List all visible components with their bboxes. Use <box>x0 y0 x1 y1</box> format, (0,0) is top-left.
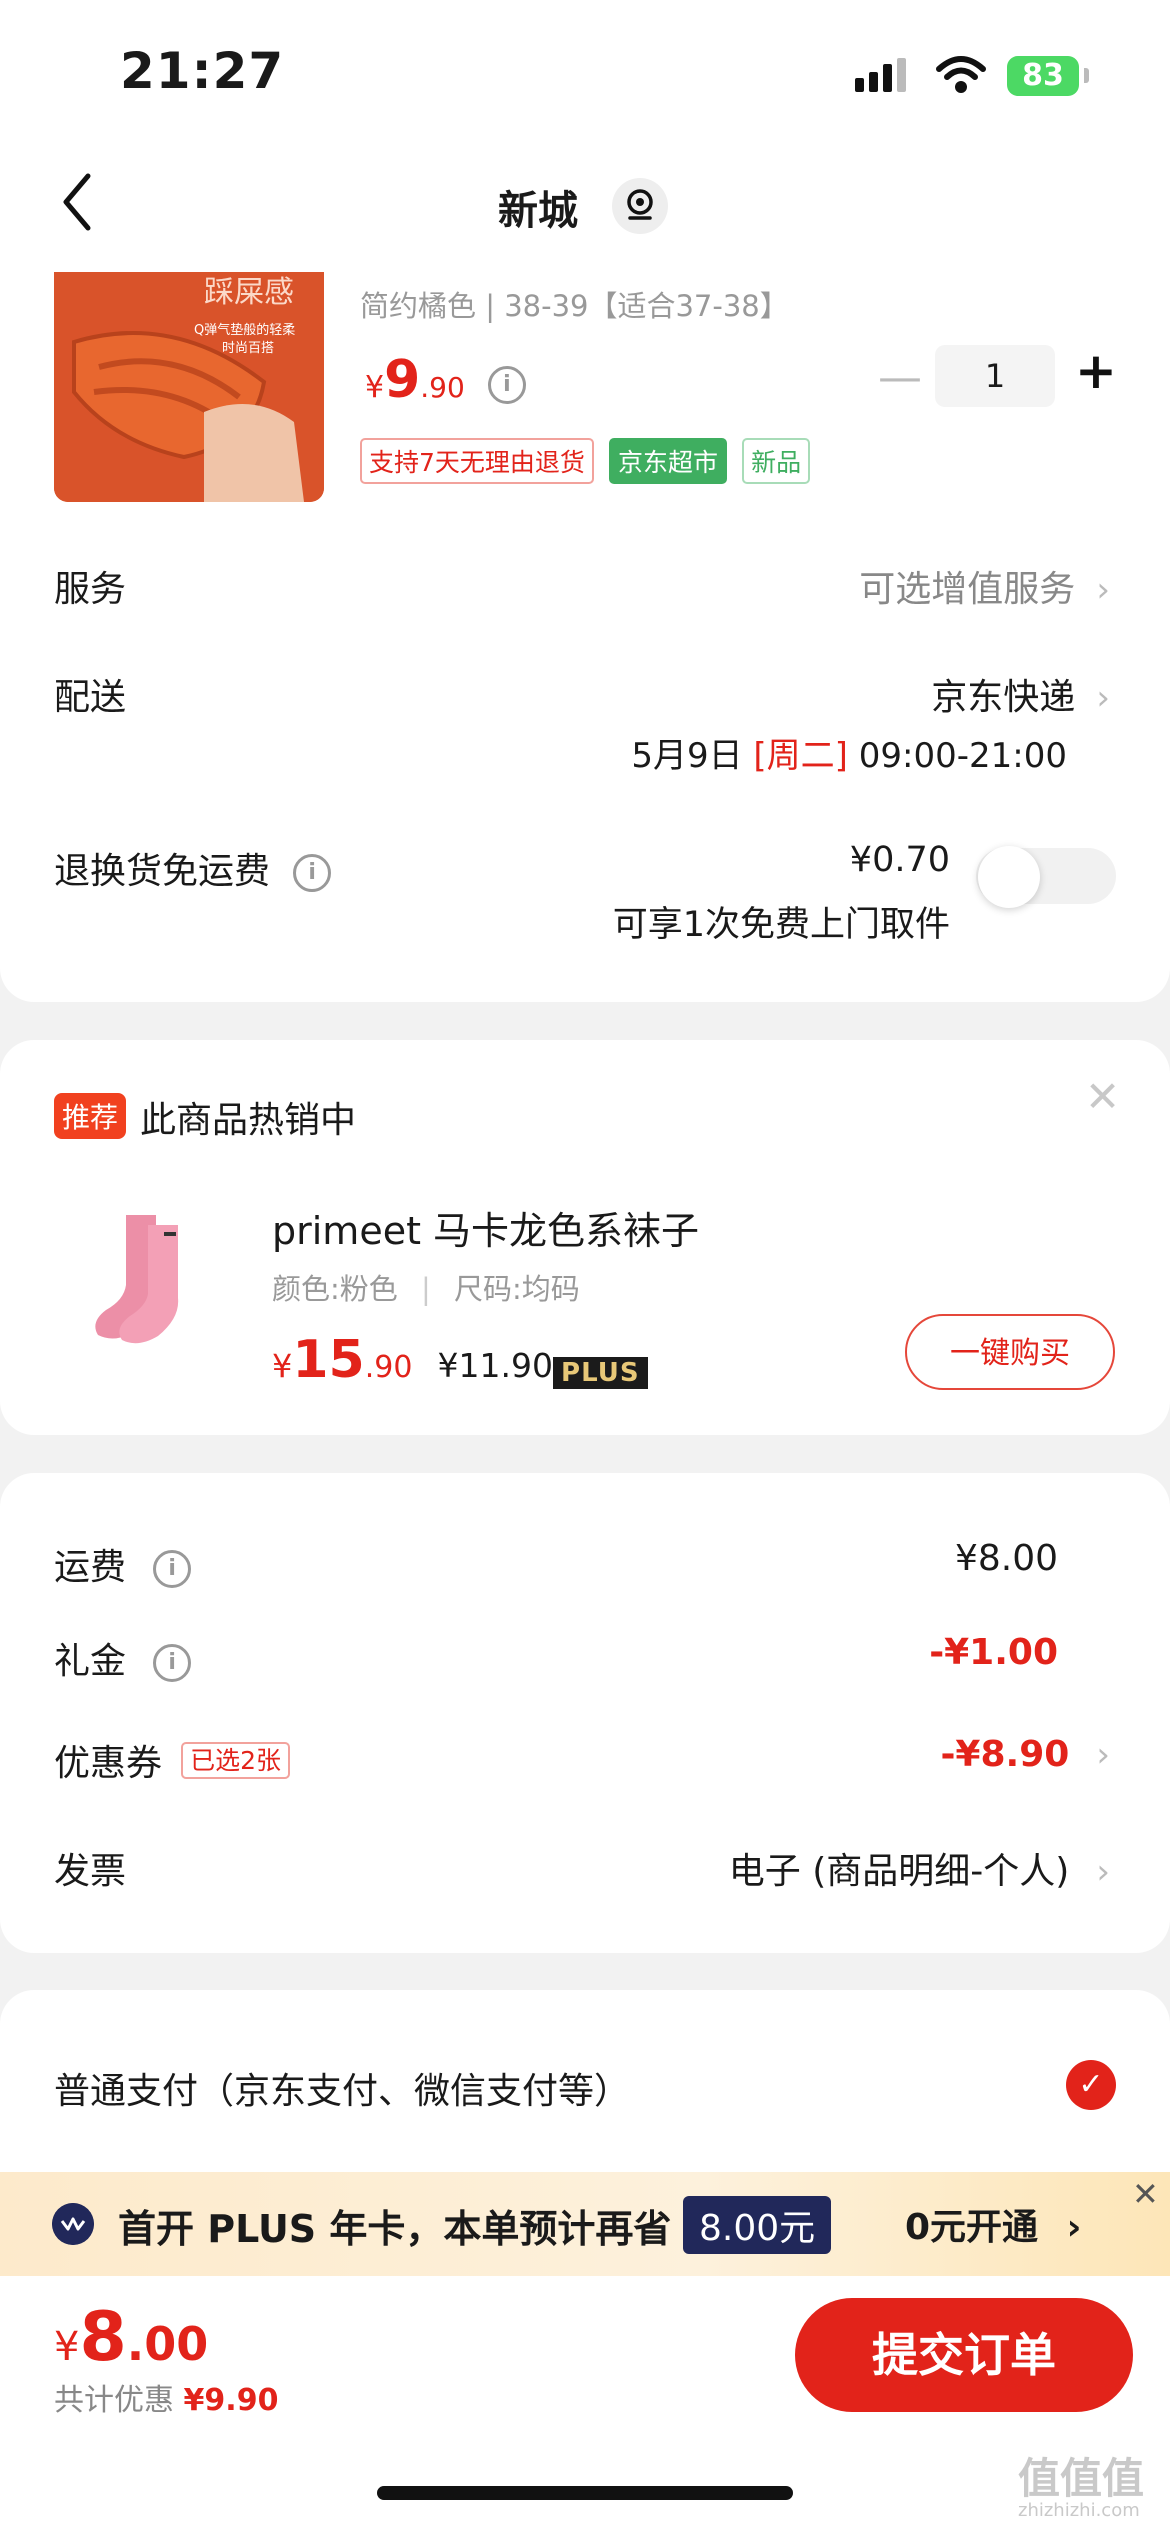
tag-jd-supermarket: 京东超市 <box>609 438 728 484</box>
tag-return-policy: 支持7天无理由退货 <box>360 438 594 484</box>
home-indicator <box>377 2486 793 2500</box>
shipping-fee-label: 运费 <box>54 1547 127 1588</box>
recommend-size: 尺码:均码 <box>454 1272 580 1306</box>
plus-banner-amount: 8.00元 <box>683 2196 832 2254</box>
total-discount-label: 共计优惠 <box>54 2383 174 2418</box>
invoice-label: 发票 <box>54 1851 127 1892</box>
delivery-hours: 09:00-21:00 <box>858 736 1067 776</box>
service-row[interactable]: 可选增值服务 › <box>859 560 1110 612</box>
total-discount: 共计优惠 ¥9.90 <box>54 2375 278 2419</box>
submit-order-button[interactable]: 提交订单 <box>795 2298 1133 2412</box>
coupon-selected-tag: 已选2张 <box>181 1742 291 1779</box>
quantity-increase-button[interactable]: + <box>1075 342 1117 400</box>
recommend-product-spec: 颜色:粉色 | 尺码:均码 <box>272 1272 580 1306</box>
battery-icon: 83 <box>1007 56 1079 96</box>
coupon-value: -¥8.90 <box>940 1734 1070 1775</box>
delivery-value: 京东快递 <box>931 677 1076 718</box>
tag-new: 新品 <box>742 438 811 484</box>
plus-badge: PLUS <box>553 1356 648 1389</box>
chevron-right-icon: › <box>1066 2207 1082 2248</box>
watermark-logo: 值值值 <box>1018 2454 1145 2503</box>
gift-value: -¥1.00 <box>929 1632 1058 1673</box>
chevron-right-icon: › <box>1096 570 1110 610</box>
delivery-label: 配送 <box>54 677 127 718</box>
service-label: 服务 <box>54 569 127 610</box>
status-time: 21:27 <box>120 42 285 100</box>
battery-level: 83 <box>1022 58 1064 93</box>
nav-bar <box>0 150 1170 270</box>
close-icon[interactable]: ✕ <box>1132 2175 1159 2213</box>
chevron-right-icon: › <box>1096 1852 1110 1892</box>
location-pin-icon <box>627 189 653 220</box>
invoice-value: 电子 (商品明细-个人) <box>728 1851 1070 1892</box>
total-price: ¥8.00 <box>54 2298 209 2377</box>
svg-text:踩屎感: 踩屎感 <box>204 275 294 310</box>
svg-text:时尚百搭: 时尚百搭 <box>222 340 274 356</box>
plus-open-label: 0元开通 <box>905 2207 1039 2248</box>
battery-tip <box>1084 68 1089 83</box>
payment-method-label[interactable]: 普通支付（京东支付、微信支付等） <box>54 2062 630 2114</box>
chevron-right-icon: › <box>1096 1735 1110 1775</box>
recommend-badge: 推荐 <box>54 1093 127 1139</box>
delivery-time: 5月9日 [周二] 09:00-21:00 <box>631 728 1067 777</box>
return-shipping-info-icon[interactable]: i <box>293 854 332 892</box>
return-shipping-note: 可享1次免费上门取件 <box>612 905 950 945</box>
cellular-signal-icon <box>855 58 911 92</box>
gift-label-group: 礼金 i <box>54 1632 192 1684</box>
coupon-label: 优惠券 <box>54 1743 163 1784</box>
total-discount-value: ¥9.90 <box>183 2383 279 2418</box>
socks-image[interactable] <box>86 1210 210 1345</box>
recommend-product-name[interactable]: primeet 马卡龙色系袜子 <box>272 1200 699 1255</box>
gift-info-icon[interactable]: i <box>153 1644 192 1682</box>
delivery-row[interactable]: 京东快递 › <box>931 668 1110 720</box>
delivery-weekday: [周二] <box>753 736 848 776</box>
product-price: ¥9.90 i <box>365 350 526 410</box>
coupon-label-group: 优惠券 已选2张 <box>54 1734 291 1786</box>
product-image[interactable]: 踩屎感 Q弹气垫般的轻柔 时尚百搭 <box>54 272 324 502</box>
coupon-row[interactable]: -¥8.90 › <box>940 1734 1110 1775</box>
recommend-title: 此商品热销中 <box>140 1100 357 1141</box>
shipping-fee-value: ¥8.00 <box>954 1538 1058 1579</box>
back-arrow-icon[interactable] <box>58 172 98 232</box>
quantity-input[interactable]: 1 <box>935 345 1055 407</box>
nav-title: 新城 <box>498 188 578 234</box>
plus-banner-text: 首开 PLUS 年卡，本单预计再省 <box>118 2207 672 2251</box>
delivery-date: 5月9日 <box>631 736 743 776</box>
service-value: 可选增值服务 <box>859 569 1076 610</box>
return-shipping-label: 退换货免运费 <box>54 851 271 892</box>
return-shipping-price: ¥0.70 <box>849 840 950 880</box>
checkmark-icon[interactable]: ✓ <box>1066 2060 1116 2110</box>
recommend-price: ¥15.90 ¥11.90 PLUS <box>272 1330 648 1390</box>
wifi-icon <box>936 56 986 93</box>
product-tags: 支持7天无理由退货 京东超市 新品 <box>360 438 811 484</box>
shipping-fee-info-icon[interactable]: i <box>153 1550 192 1588</box>
recommend-color: 颜色:粉色 <box>272 1272 398 1306</box>
price-info-icon[interactable]: i <box>487 366 526 404</box>
location-button[interactable] <box>612 178 668 234</box>
svg-text:Q弹气垫般的轻柔: Q弹气垫般的轻柔 <box>194 322 295 338</box>
invoice-row[interactable]: 电子 (商品明细-个人) › <box>729 1842 1110 1894</box>
toggle-knob[interactable] <box>978 846 1040 908</box>
watermark-url: zhizhizhi.com <box>1018 2500 1140 2521</box>
return-shipping-label-group: 退换货免运费 i <box>54 842 332 894</box>
plus-open-button[interactable]: 0元开通 › <box>905 2198 1081 2250</box>
one-click-buy-button[interactable]: 一键购买 <box>905 1314 1115 1390</box>
gift-label: 礼金 <box>54 1641 127 1682</box>
chevron-right-icon: › <box>1096 678 1110 718</box>
close-icon[interactable]: ✕ <box>1085 1072 1120 1121</box>
quantity-decrease-button[interactable]: — <box>878 352 922 403</box>
recommend-plus-price: ¥11.90 <box>437 1346 554 1385</box>
plus-logo-icon <box>52 2203 94 2245</box>
shipping-fee-label-group: 运费 i <box>54 1538 192 1590</box>
product-variant: 简约橘色 | 38-39【适合37-38】 <box>360 289 789 323</box>
